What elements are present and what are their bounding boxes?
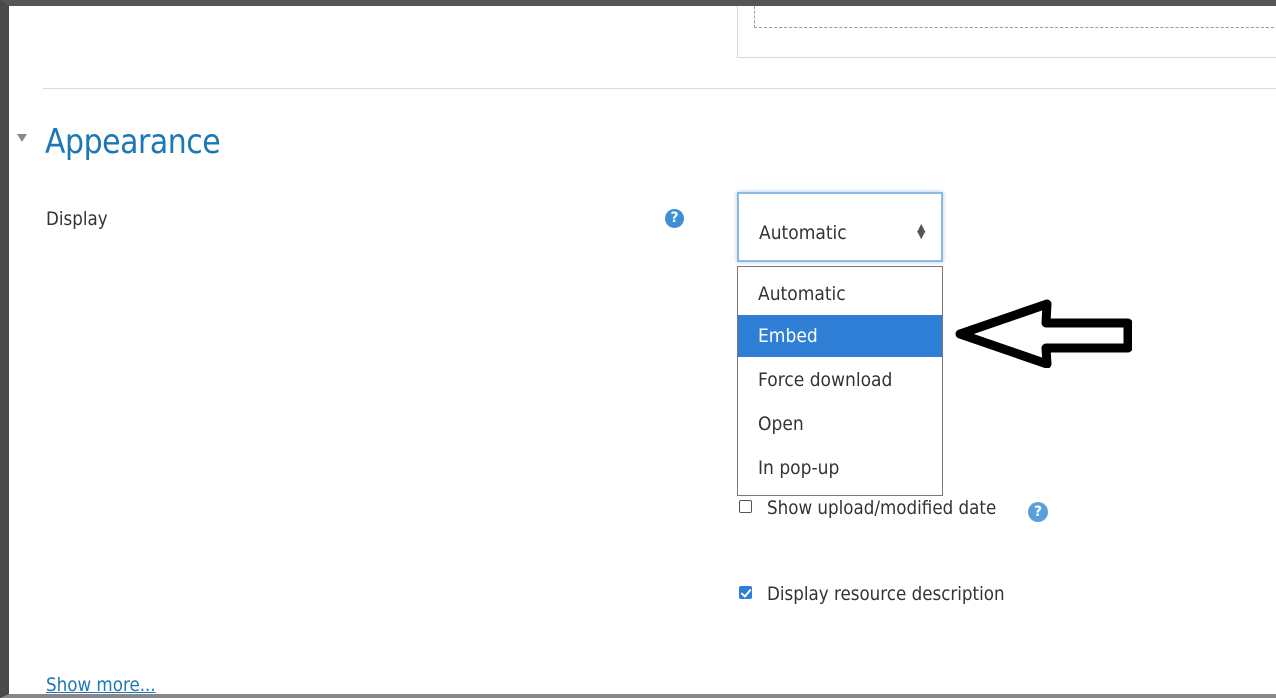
display-label: Display (46, 208, 108, 230)
question-circle-icon[interactable]: ? (665, 209, 684, 228)
display-description-label[interactable]: Display resource description (767, 583, 1005, 605)
triangle-down-icon[interactable] (17, 134, 27, 142)
display-dropdown-list: Automatic Embed Force download Open In p… (737, 266, 943, 496)
display-select-value: Automatic (759, 222, 847, 244)
left-arrow-icon (955, 299, 1132, 368)
question-circle-icon[interactable]: ? (1028, 502, 1048, 522)
file-dropzone[interactable] (737, 6, 1276, 58)
dropdown-option-open[interactable]: Open (738, 403, 942, 445)
dropdown-option-automatic[interactable]: Automatic (738, 273, 942, 315)
show-date-label[interactable]: Show upload/modified date (767, 497, 996, 519)
display-description-checkbox[interactable] (739, 586, 752, 599)
show-date-checkbox[interactable] (739, 500, 752, 513)
dropdown-option-force-download[interactable]: Force download (738, 359, 942, 401)
display-select[interactable]: Automatic ▲ ▼ (737, 192, 943, 262)
file-dropzone-dashed-area[interactable] (754, 6, 1276, 28)
section-divider (43, 88, 1276, 89)
up-down-caret-icon: ▲ ▼ (917, 221, 926, 241)
dropdown-option-embed[interactable]: Embed (738, 315, 942, 357)
dropdown-option-in-pop-up[interactable]: In pop-up (738, 447, 942, 489)
show-more-link[interactable]: Show more... (46, 674, 156, 694)
section-title[interactable]: Appearance (45, 122, 221, 162)
page-frame: Appearance Display ? Automatic ▲ ▼ Automa… (0, 0, 1276, 698)
